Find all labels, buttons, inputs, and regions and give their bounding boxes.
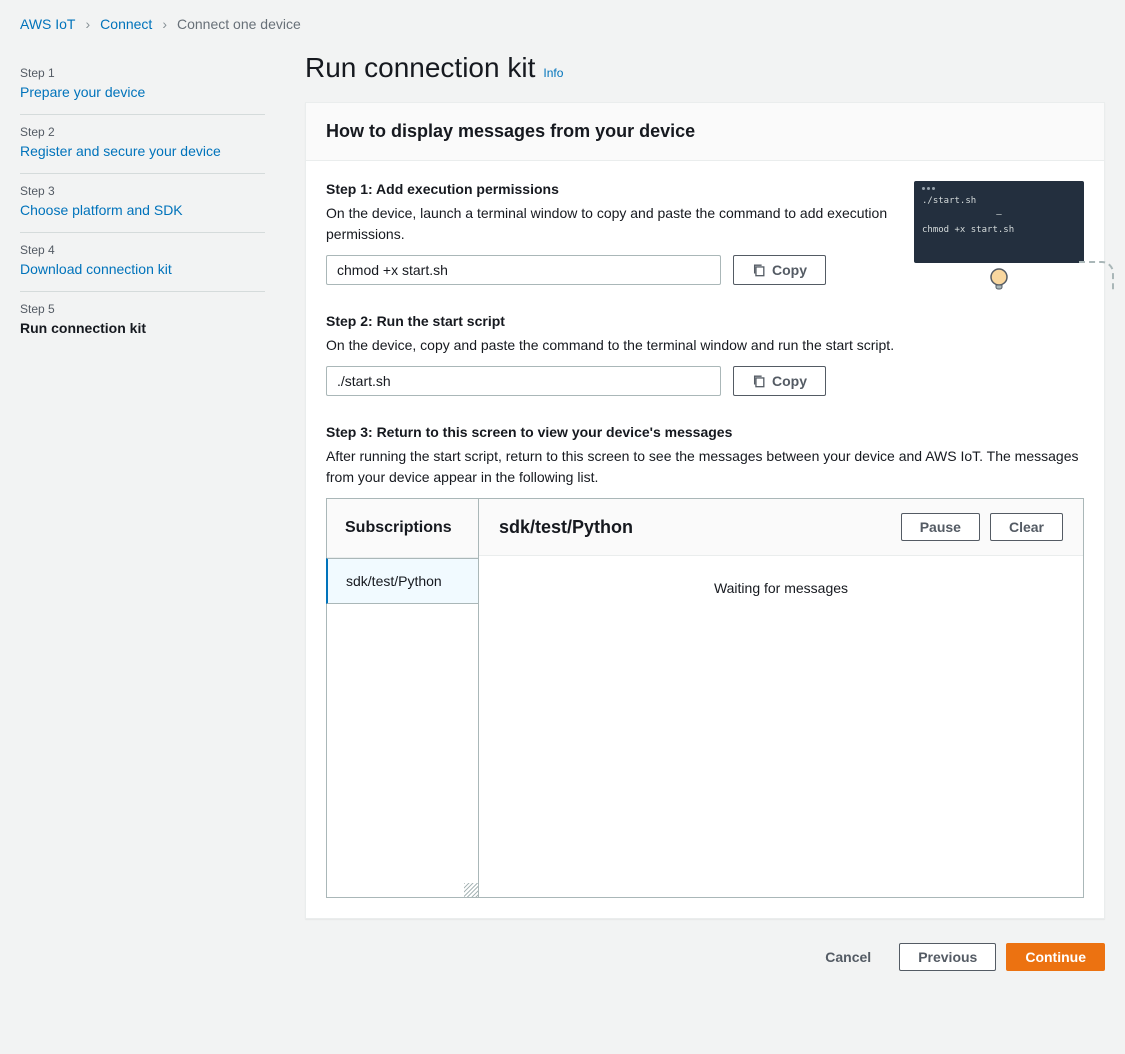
page-title: Run connection kit Info <box>305 52 1105 84</box>
clear-button[interactable]: Clear <box>990 513 1063 541</box>
panel-header: How to display messages from your device <box>306 103 1104 161</box>
step2-desc: On the device, copy and paste the comman… <box>326 335 1084 356</box>
step1-copy-button[interactable]: Copy <box>733 255 826 285</box>
dashed-connector <box>1079 261 1114 291</box>
panel-heading: How to display messages from your device <box>326 121 1084 142</box>
previous-button[interactable]: Previous <box>899 943 996 971</box>
terminal-preview: ./start.sh – chmod +x start.sh <box>914 181 1084 263</box>
wizard-sidebar: Step 1 Prepare your device Step 2 Regist… <box>20 52 265 971</box>
copy-label: Copy <box>772 373 807 389</box>
cancel-button[interactable]: Cancel <box>807 944 889 970</box>
sidebar-step-5[interactable]: Step 5 Run connection kit <box>20 292 265 350</box>
step3-desc: After running the start script, return t… <box>326 446 1084 488</box>
step-label: Step 5 <box>20 302 265 316</box>
sidebar-step-4[interactable]: Step 4 Download connection kit <box>20 233 265 292</box>
sidebar-step-1[interactable]: Step 1 Prepare your device <box>20 56 265 115</box>
copy-label: Copy <box>772 262 807 278</box>
sidebar-step-2[interactable]: Step 2 Register and secure your device <box>20 115 265 174</box>
terminal-line: ./start.sh <box>922 194 1076 208</box>
step-label: Step 4 <box>20 243 265 257</box>
step-title: Choose platform and SDK <box>20 202 265 218</box>
breadcrumb: AWS IoT › Connect › Connect one device <box>20 16 1105 32</box>
waiting-text: Waiting for messages <box>714 580 848 596</box>
messages-body: Waiting for messages <box>479 556 1083 897</box>
lightbulb-icon <box>987 266 1011 295</box>
step-label: Step 3 <box>20 184 265 198</box>
pause-button[interactable]: Pause <box>901 513 980 541</box>
resize-handle[interactable] <box>464 883 478 897</box>
step2-title: Step 2: Run the start script <box>326 313 1084 329</box>
step2-command-field[interactable]: ./start.sh <box>326 366 721 396</box>
wizard-footer: Cancel Previous Continue <box>305 943 1105 971</box>
step-label: Step 1 <box>20 66 265 80</box>
messages-panel: Subscriptions sdk/test/Python sdk/test/P… <box>326 498 1084 898</box>
message-topic: sdk/test/Python <box>499 517 633 538</box>
sidebar-step-3[interactable]: Step 3 Choose platform and SDK <box>20 174 265 233</box>
step3-title: Step 3: Return to this screen to view yo… <box>326 424 1084 440</box>
step1-command-field[interactable]: chmod +x start.sh <box>326 255 721 285</box>
copy-icon <box>752 374 766 388</box>
step-title: Download connection kit <box>20 261 265 277</box>
continue-button[interactable]: Continue <box>1006 943 1105 971</box>
step-title: Prepare your device <box>20 84 265 100</box>
step1-desc: On the device, launch a terminal window … <box>326 203 894 245</box>
step1-title: Step 1: Add execution permissions <box>326 181 894 197</box>
info-link[interactable]: Info <box>543 66 563 80</box>
terminal-line: chmod +x start.sh <box>922 223 1076 237</box>
page-title-text: Run connection kit <box>305 52 535 84</box>
breadcrumb-connect[interactable]: Connect <box>100 16 152 32</box>
subscriptions-header: Subscriptions <box>327 499 478 558</box>
step-title: Run connection kit <box>20 320 265 336</box>
instructions-panel: How to display messages from your device… <box>305 102 1105 919</box>
chevron-right-icon: › <box>162 16 167 32</box>
step-title: Register and secure your device <box>20 143 265 159</box>
copy-icon <box>752 263 766 277</box>
step-label: Step 2 <box>20 125 265 139</box>
breadcrumb-current: Connect one device <box>177 16 301 32</box>
breadcrumb-aws-iot[interactable]: AWS IoT <box>20 16 76 32</box>
step2-copy-button[interactable]: Copy <box>733 366 826 396</box>
subscription-item[interactable]: sdk/test/Python <box>326 558 478 604</box>
chevron-right-icon: › <box>86 16 91 32</box>
